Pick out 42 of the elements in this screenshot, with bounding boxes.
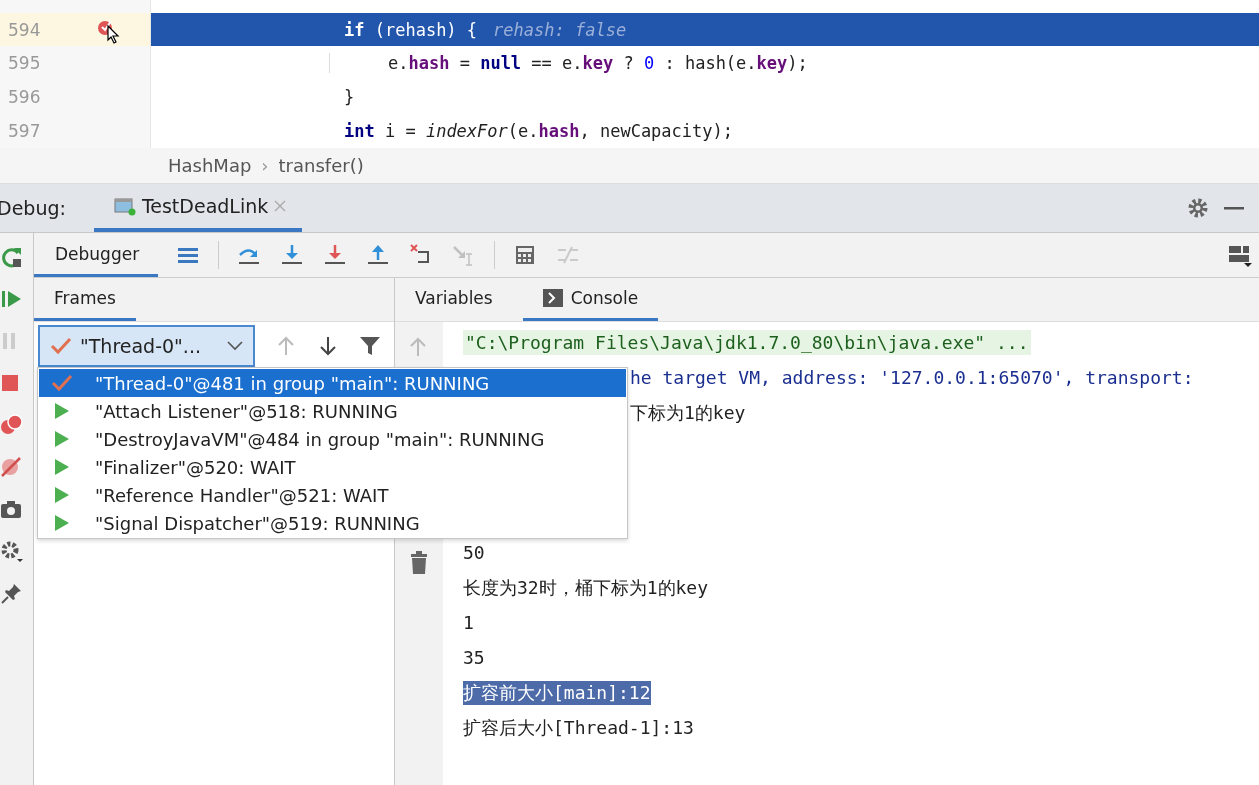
panel-tab[interactable]: Variables	[395, 278, 513, 321]
console-line: he target VM, address: '127.0.0.1:65070', transport:	[630, 367, 1194, 388]
console-line: 35	[463, 647, 485, 668]
breadcrumb-item[interactable]: HashMap	[168, 155, 252, 176]
console-line: 1	[463, 612, 474, 633]
console-icon	[542, 289, 563, 307]
console-line: 50	[463, 542, 485, 563]
line-number: 595	[8, 53, 41, 74]
breakpoints-icon[interactable]	[0, 413, 24, 437]
thread-item[interactable]: "Reference Handler"@521: WAIT	[39, 481, 626, 509]
thread-item[interactable]: "Attach Listener"@518: RUNNING	[39, 397, 626, 425]
rerun-icon[interactable]	[0, 245, 24, 269]
line-number: 597	[8, 121, 41, 142]
thread-item[interactable]: "Finalizer"@520: WAIT	[39, 453, 626, 481]
check-icon	[50, 336, 74, 356]
code-line: e.hash = null == e.key ? 0 : hash(e.key);	[329, 53, 808, 74]
filter-icon[interactable]	[359, 335, 381, 357]
thread-item[interactable]: "Thread-0"@481 in group "main": RUNNING	[39, 369, 626, 397]
settings-icon[interactable]	[1187, 197, 1209, 219]
settings-icon[interactable]	[0, 539, 24, 563]
breadcrumb-separator: ›	[261, 155, 269, 176]
trash-icon[interactable]	[408, 551, 430, 575]
line-number: 594	[8, 19, 41, 40]
mute-icon[interactable]	[0, 455, 24, 479]
code-line: }	[343, 87, 355, 108]
chevron-down-icon	[227, 341, 243, 351]
arrow-down-icon[interactable]	[317, 335, 339, 357]
thread-item[interactable]: "DestroyJavaVM"@484 in group "main": RUNNING	[39, 425, 626, 453]
thread-dropdown[interactable]: "Thread-0"...	[38, 325, 255, 367]
window-icon	[113, 196, 136, 216]
pin-icon[interactable]	[0, 581, 24, 605]
check-icon	[51, 374, 73, 392]
inline-value-hint: rehash: false	[493, 19, 627, 40]
code-line: int i = indexFor(e.hash, newCapacity);	[343, 121, 733, 142]
thread-item[interactable]: "Signal Dispatcher"@519: RUNNING	[39, 509, 626, 537]
code-line: if (rehash) {	[343, 19, 478, 40]
console-line: 扩容后大小[Thread-1]:13	[463, 715, 694, 740]
console-line: 长度为32时，桶下标为1的key	[463, 575, 709, 600]
breadcrumb-item[interactable]: transfer()	[278, 155, 364, 176]
line-number: 596	[8, 87, 41, 108]
session-tab[interactable]: TestDeadLink	[93, 184, 303, 232]
console-line: 下标为1的key	[630, 400, 746, 425]
